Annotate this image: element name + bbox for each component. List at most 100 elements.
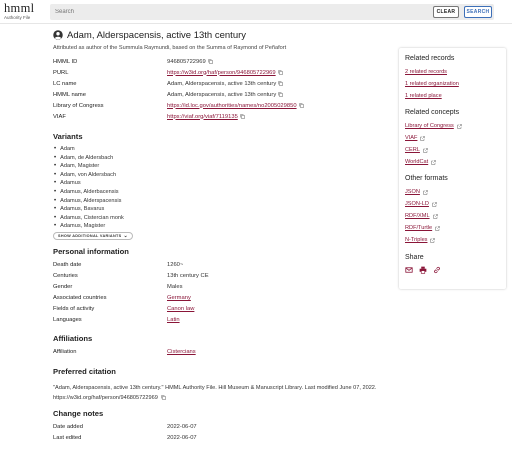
- related-records-link[interactable]: 2 related records: [405, 69, 447, 75]
- show-additional-variants-button[interactable]: SHOW ADDITIONAL VARIANTS ⌄: [53, 232, 133, 241]
- identifier-value: Adam, Alderspacensis, active 13th centur…: [167, 91, 277, 98]
- external-link-icon: [423, 189, 428, 195]
- rdf-turtle-format-link[interactable]: RDF/Turtle: [405, 225, 432, 231]
- field-of-activity-link[interactable]: Canon law: [167, 306, 194, 312]
- identifier-label: VIAF: [53, 113, 66, 120]
- chevron-down-icon: ⌄: [123, 233, 128, 240]
- external-link-icon: [432, 201, 437, 207]
- variant-item: Adamus: [54, 179, 393, 188]
- identifier-row: VIAF https://viaf.org/viaf/7119135: [53, 111, 393, 122]
- hmml-logo[interactable]: hmml Authority File: [4, 2, 34, 20]
- field-value: 13th century CE: [167, 272, 209, 279]
- search-input[interactable]: [50, 4, 426, 20]
- copy-icon[interactable]: [207, 59, 213, 64]
- copy-icon[interactable]: [278, 81, 283, 86]
- copy-icon[interactable]: [277, 70, 283, 75]
- loc-concept-link[interactable]: Library of Congress: [405, 123, 454, 129]
- field-value: 1260~: [167, 261, 184, 268]
- clear-button[interactable]: CLEAR: [433, 6, 459, 18]
- external-link-icon: [435, 225, 440, 231]
- identifier-value: 946805722969: [167, 58, 206, 65]
- field-label: Death date: [53, 261, 82, 268]
- related-concepts-list: Library of Congress VIAF CERL WorldCat: [405, 120, 500, 168]
- other-formats-heading: Other formats: [405, 175, 448, 182]
- share-icons: [405, 266, 500, 274]
- related-organization-link[interactable]: 1 related organization: [405, 81, 459, 87]
- purl-link[interactable]: https://w3id.org/haf/person/946805722969: [167, 70, 276, 76]
- loc-link[interactable]: https://id.loc.gov/authorities/names/no2…: [167, 103, 297, 109]
- n-triples-format-link[interactable]: N-Triples: [405, 237, 427, 243]
- share-heading: Share: [405, 254, 424, 261]
- json-format-link[interactable]: JSON: [405, 189, 420, 195]
- country-link[interactable]: Germany: [167, 295, 191, 301]
- identifier-row: PURL https://w3id.org/haf/person/9468057…: [53, 67, 393, 78]
- variant-item: Adam, de Aldersbach: [54, 154, 393, 163]
- change-notes-table: Date added 2022-06-07 Last edited 2022-0…: [53, 421, 393, 443]
- field-value: 2022-06-07: [167, 423, 197, 430]
- copy-icon[interactable]: [278, 92, 283, 97]
- change-note-row: Date added 2022-06-07: [53, 421, 393, 432]
- field-label: Affiliation: [53, 348, 77, 355]
- json-ld-format-link[interactable]: JSON-LD: [405, 201, 429, 207]
- personal-info-heading: Personal information: [53, 247, 129, 257]
- page-title: Adam, Alderspacensis, active 13th centur…: [67, 29, 247, 41]
- personal-info-row: Centuries 13th century CE: [53, 270, 393, 281]
- identifiers-table: HMML ID 946805722969 PURL https://w3id.o…: [53, 56, 393, 122]
- field-value: 2022-06-07: [167, 434, 197, 441]
- citation-text: "Adam, Alderspacensis, active 13th centu…: [53, 384, 393, 403]
- field-label: Fields of activity: [53, 305, 95, 312]
- variant-item: Adamus, Bavarus: [54, 205, 393, 214]
- logo-text: hmml: [4, 1, 35, 15]
- personal-info-row: Languages Latin: [53, 314, 393, 325]
- identifier-row: Library of Congress https://id.loc.gov/a…: [53, 100, 393, 111]
- identifier-label: HMML name: [53, 91, 86, 98]
- personal-info-row: Death date 1260~: [53, 259, 393, 270]
- affiliation-row: Affiliation Cistercians: [53, 346, 393, 357]
- field-label: Centuries: [53, 272, 78, 279]
- variant-item: Adamus, Alderbacensis: [54, 188, 393, 197]
- copy-icon[interactable]: [298, 103, 304, 108]
- external-link-icon: [431, 159, 436, 165]
- viaf-concept-link[interactable]: VIAF: [405, 135, 417, 141]
- identifier-label: LC name: [53, 80, 77, 87]
- affiliations-heading: Affiliations: [53, 334, 93, 344]
- copy-icon[interactable]: [161, 395, 167, 400]
- field-label: Last edited: [53, 434, 82, 441]
- attribution-text: Attributed as author of the Summula Raym…: [53, 45, 287, 51]
- citation-body: "Adam, Alderspacensis, active 13th centu…: [53, 385, 377, 401]
- personal-info-table: Death date 1260~ Centuries 13th century …: [53, 259, 393, 325]
- affiliation-link[interactable]: Cistercians: [167, 349, 196, 355]
- person-icon: [53, 30, 63, 40]
- link-icon[interactable]: [433, 266, 441, 274]
- external-link-icon: [423, 147, 428, 153]
- print-icon[interactable]: [419, 266, 427, 274]
- variants-heading: Variants: [53, 132, 83, 141]
- identifier-label: HMML ID: [53, 58, 78, 65]
- cerl-concept-link[interactable]: CERL: [405, 147, 420, 153]
- sidebar-panel: Related records 2 related records 1 rela…: [399, 48, 506, 289]
- related-place-link[interactable]: 1 related place: [405, 93, 442, 99]
- variant-item: Adam, von Aldersbach: [54, 171, 393, 180]
- language-link[interactable]: Latin: [167, 317, 180, 323]
- email-icon[interactable]: [405, 266, 413, 274]
- search-bar: CLEAR SEARCH: [50, 4, 494, 20]
- change-note-row: Last edited 2022-06-07: [53, 432, 393, 443]
- viaf-link[interactable]: https://viaf.org/viaf/7119135: [167, 114, 238, 120]
- related-records-heading: Related records: [405, 55, 455, 62]
- variant-item: Adamus, Cistercian monk: [54, 213, 393, 222]
- worldcat-concept-link[interactable]: WorldCat: [405, 159, 428, 165]
- record-main: Adam, Alderspacensis, active 13th centur…: [53, 28, 393, 443]
- copy-icon[interactable]: [240, 114, 245, 119]
- personal-info-row: Fields of activity Canon law: [53, 303, 393, 314]
- personal-info-row: Associated countries Germany: [53, 292, 393, 303]
- search-button[interactable]: SEARCH: [464, 6, 492, 18]
- field-label: Associated countries: [53, 294, 107, 301]
- related-concepts-heading: Related concepts: [405, 109, 460, 116]
- external-link-icon: [432, 213, 438, 219]
- field-label: Date added: [53, 423, 83, 430]
- other-formats-list: JSON JSON-LD RDF/XML RDF/Turtle N-Triple…: [405, 186, 500, 246]
- rdf-xml-format-link[interactable]: RDF/XML: [405, 213, 430, 219]
- identifier-label: Library of Congress: [53, 102, 104, 109]
- affiliations-table: Affiliation Cistercians: [53, 346, 393, 357]
- variant-item: Adamus, Magister: [54, 222, 393, 231]
